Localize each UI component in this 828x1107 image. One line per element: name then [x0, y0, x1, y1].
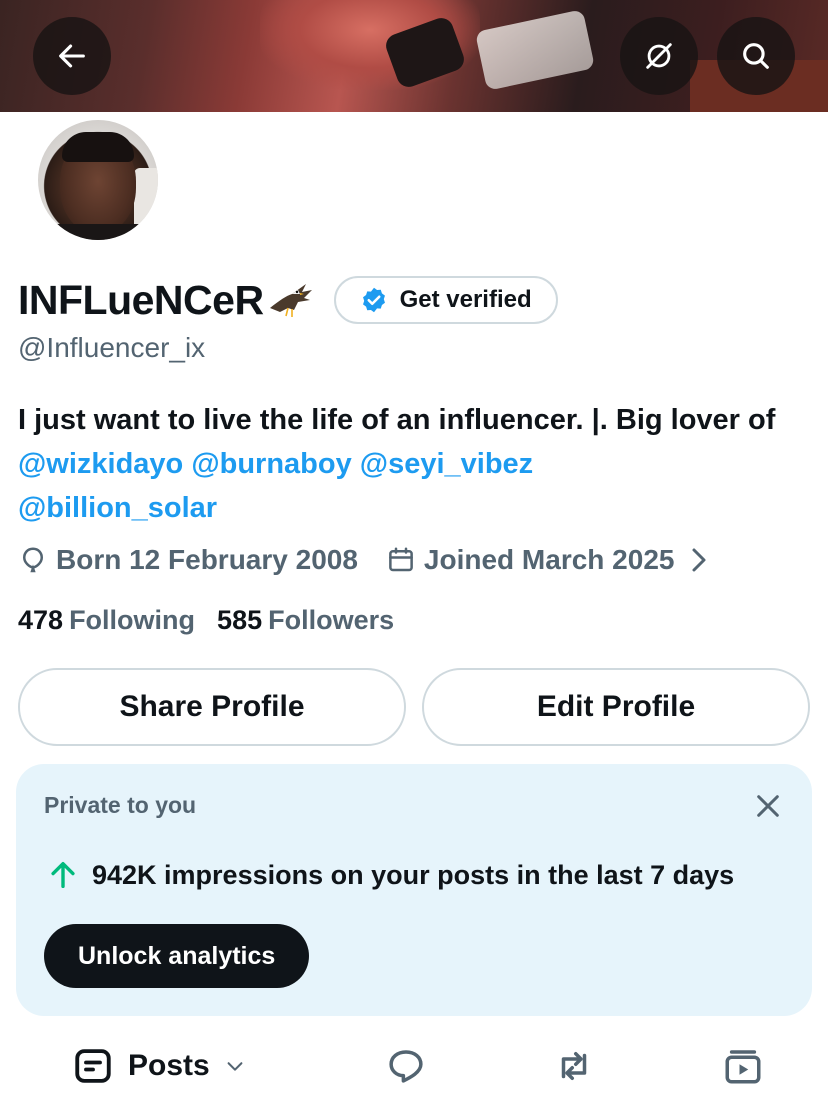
followers-label: Followers [268, 604, 395, 635]
joined-item[interactable]: Joined March 2025 [386, 544, 723, 576]
edit-profile-button[interactable]: Edit Profile [422, 668, 810, 746]
search-button[interactable] [717, 17, 795, 95]
get-verified-label: Get verified [399, 286, 532, 313]
tab-posts[interactable]: Posts [72, 1044, 246, 1088]
bio-mention-burnaboy[interactable]: @burnaboy [191, 448, 351, 480]
bio-mention-seyi-vibez[interactable]: @seyi_vibez [360, 448, 533, 480]
profile-handle: @Influencer_ix [18, 332, 206, 363]
following-count: 478 [18, 604, 64, 635]
private-analytics-card: Private to you 942K impressions on your … [16, 764, 812, 1016]
eye-off-icon [646, 43, 672, 69]
joined-date: Joined March 2025 [423, 544, 675, 575]
posts-icon [75, 1049, 111, 1083]
following-label: Following [69, 604, 196, 635]
reply-icon [389, 1050, 423, 1083]
verified-badge-icon [362, 287, 385, 313]
avatar-shirt [38, 224, 158, 240]
impressions-text: 942K impressions on your posts in the la… [92, 859, 735, 890]
born-date: Born 12 February 2008 [56, 544, 358, 575]
profile-banner[interactable] [0, 0, 828, 112]
avatar-hair [62, 132, 134, 162]
profile-bio: I just want to live the life of an influ… [18, 398, 798, 530]
back-button[interactable] [33, 17, 111, 95]
followers-link[interactable]: 585 Followers [217, 605, 394, 636]
bio-text: I just want to live the life of an influ… [18, 404, 776, 436]
tab-posts-label: Posts [128, 1049, 210, 1082]
impressions-stat: 942K impressions on your posts in the la… [46, 858, 734, 892]
get-verified-button[interactable]: Get verified [333, 276, 558, 324]
bio-mention-wizkidayo[interactable]: @wizkidayo [18, 448, 183, 480]
repost-icon [561, 1052, 587, 1080]
close-icon[interactable] [752, 790, 784, 822]
profile-tabs: Posts [0, 1030, 828, 1107]
eagle-icon [269, 284, 312, 317]
avatar[interactable] [34, 116, 162, 244]
chevron-right-icon [692, 548, 706, 572]
share-profile-button[interactable]: Share Profile [18, 668, 406, 746]
unlock-analytics-button[interactable]: Unlock analytics [44, 924, 310, 988]
birthday-item: Born 12 February 2008 [18, 544, 358, 576]
search-icon [743, 43, 769, 69]
tab-reposts[interactable] [553, 1044, 595, 1088]
tab-media[interactable] [722, 1044, 764, 1088]
profile-meta: Born 12 February 2008 Joined March 2025 [18, 538, 722, 582]
name-row: INFLueNCeR Get verified [18, 272, 558, 328]
display-name: INFLueNCeR [18, 276, 264, 323]
chevron-down-icon [227, 1062, 243, 1071]
arrow-left-icon [59, 44, 85, 68]
follow-stats: 478 Following 585 Followers [18, 598, 394, 642]
arrow-up-icon [51, 861, 75, 889]
bio-mention-billion-solar[interactable]: @billion_solar [18, 492, 217, 524]
hide-button[interactable] [620, 17, 698, 95]
calendar-icon [389, 547, 413, 572]
tab-replies[interactable] [385, 1044, 427, 1088]
private-label: Private to you [44, 792, 197, 818]
banner-shape [474, 9, 596, 91]
followers-count: 585 [217, 604, 263, 635]
following-link[interactable]: 478 Following [18, 605, 195, 636]
video-icon [725, 1050, 761, 1084]
balloon-icon [22, 547, 44, 573]
